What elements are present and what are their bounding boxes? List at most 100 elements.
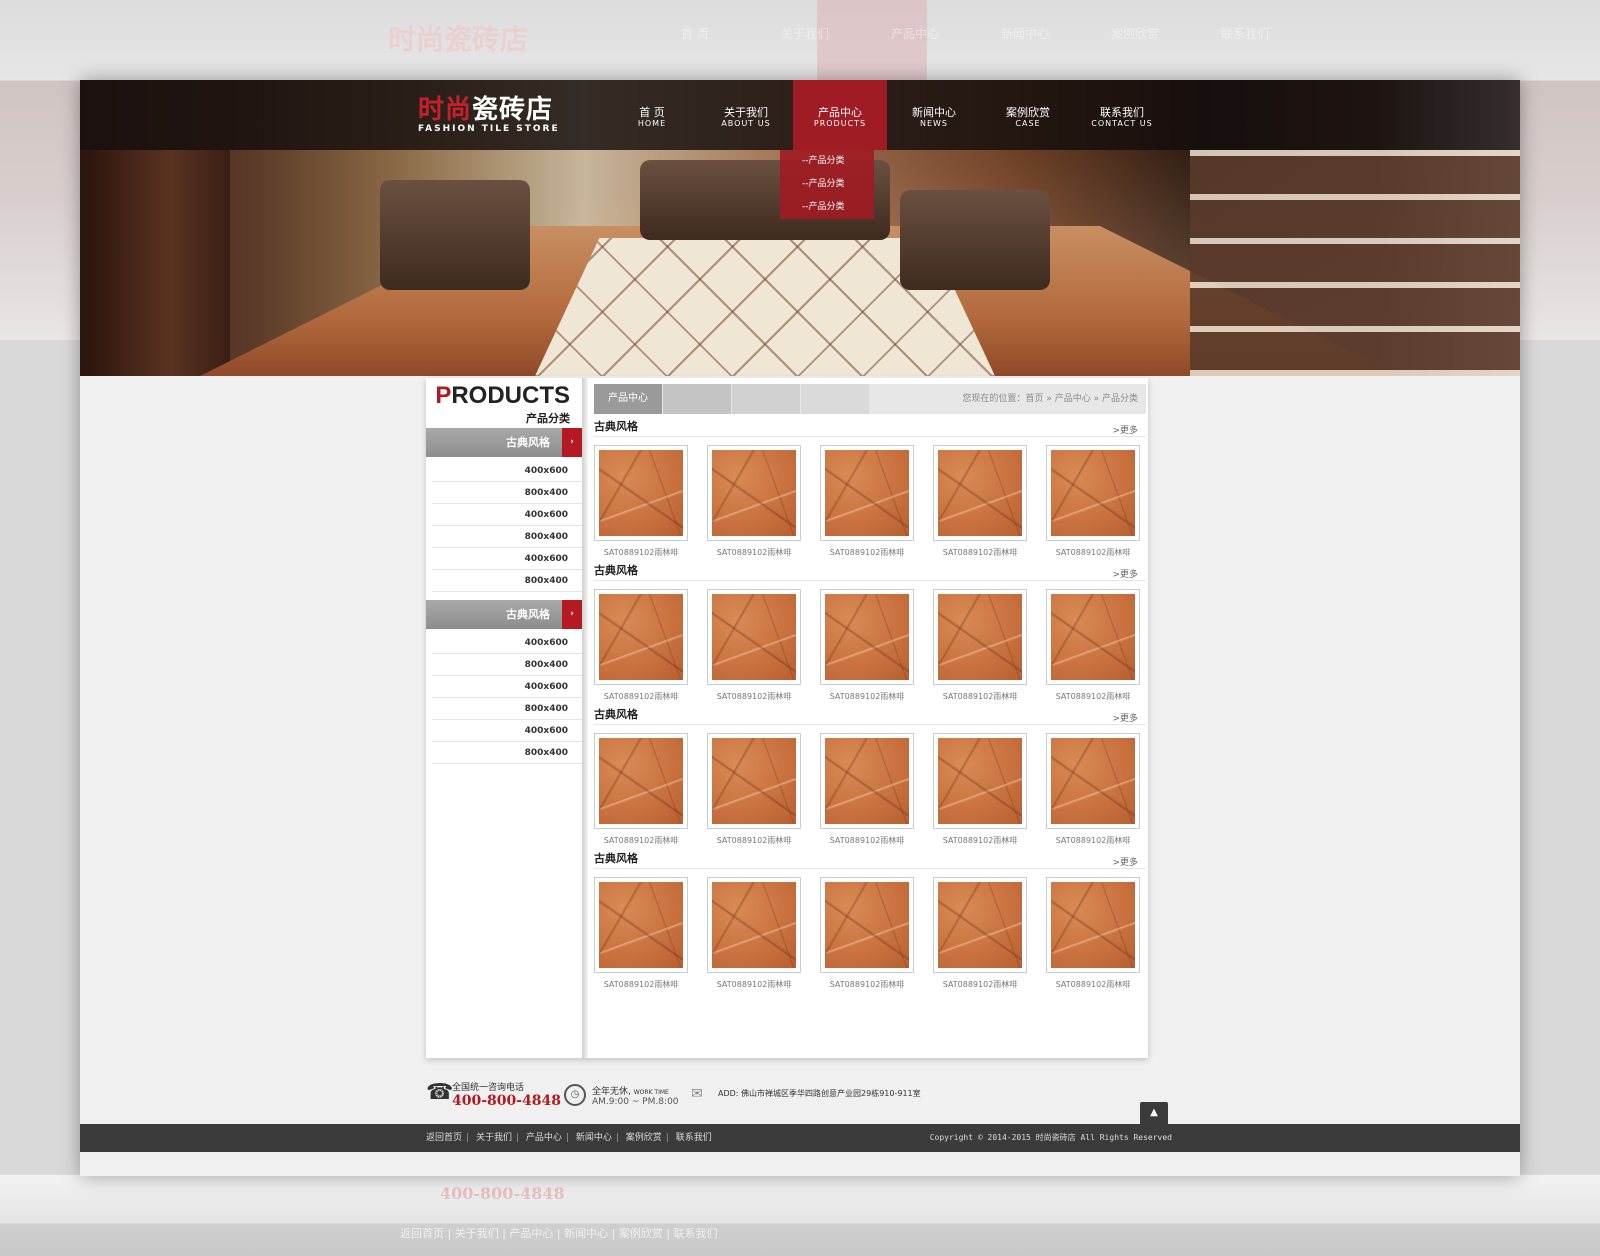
product-thumbnail[interactable] [933,877,1027,973]
product-thumbnail[interactable] [707,733,801,829]
product-caption[interactable]: SAT0889102雨林啡 [933,979,1027,990]
product-caption[interactable]: SAT0889102雨林啡 [933,835,1027,846]
size-item[interactable]: 800x400 [432,698,582,720]
product-thumbnail[interactable] [1046,877,1140,973]
footer-link-products[interactable]: 产品中心 [526,1133,562,1143]
footer-link-case[interactable]: 案例欣赏 [626,1133,662,1143]
size-item[interactable]: 800x400 [432,570,582,592]
size-item[interactable]: 800x400 [432,742,582,764]
product-caption[interactable]: SAT0889102雨林啡 [594,547,688,558]
size-item[interactable]: 400x600 [432,504,582,526]
product-caption[interactable]: SAT0889102雨林啡 [933,547,1027,558]
product-caption[interactable]: SAT0889102雨林啡 [707,979,801,990]
product-card[interactable]: SAT0889102雨林啡 [1046,733,1140,846]
nav-item-news[interactable]: 新闻中心 NEWS [887,80,981,150]
product-card[interactable]: SAT0889102雨林啡 [594,877,688,990]
footer-link-about[interactable]: 关于我们 [476,1133,512,1143]
dropdown-item[interactable]: --产品分类 [780,150,874,173]
size-item[interactable]: 800x400 [432,654,582,676]
size-item[interactable]: 400x600 [432,720,582,742]
nav-item-case[interactable]: 案例欣赏 CASE [981,80,1075,150]
product-card[interactable]: SAT0889102雨林啡 [820,445,914,558]
product-caption[interactable]: SAT0889102雨林啡 [594,835,688,846]
product-card[interactable]: SAT0889102雨林啡 [820,877,914,990]
product-caption[interactable]: SAT0889102雨林啡 [820,691,914,702]
nav-item-home[interactable]: 首 页 HOME [605,80,699,150]
product-card[interactable]: SAT0889102雨林啡 [707,877,801,990]
size-item[interactable]: 800x400 [432,482,582,504]
more-link[interactable]: >更多 [1112,423,1138,436]
product-card[interactable]: SAT0889102雨林啡 [707,445,801,558]
product-caption[interactable]: SAT0889102雨林啡 [707,691,801,702]
product-card[interactable]: SAT0889102雨林啡 [594,589,688,702]
product-card[interactable]: SAT0889102雨林啡 [933,733,1027,846]
sidebar-category[interactable]: 古典风格 › [426,600,582,629]
sidebar-category[interactable]: 古典风格 › [426,428,582,457]
product-card[interactable]: SAT0889102雨林啡 [820,733,914,846]
breadcrumb-home[interactable]: 首页 [1025,394,1043,404]
product-thumbnail[interactable] [594,733,688,829]
footer-link-contact[interactable]: 联系我们 [676,1133,712,1143]
product-caption[interactable]: SAT0889102雨林啡 [707,547,801,558]
product-caption[interactable]: SAT0889102雨林啡 [594,691,688,702]
product-card[interactable]: SAT0889102雨林啡 [1046,589,1140,702]
product-card[interactable]: SAT0889102雨林啡 [933,877,1027,990]
footer-link-news[interactable]: 新闻中心 [576,1133,612,1143]
back-to-top-icon[interactable]: ▲ [1140,1102,1168,1124]
product-card[interactable]: SAT0889102雨林啡 [1046,877,1140,990]
product-thumbnail[interactable] [707,445,801,541]
product-thumbnail[interactable] [1046,445,1140,541]
product-caption[interactable]: SAT0889102雨林啡 [594,979,688,990]
product-caption[interactable]: SAT0889102雨林啡 [1046,835,1140,846]
product-card[interactable]: SAT0889102雨林啡 [594,733,688,846]
tab-products[interactable]: 产品中心 [594,384,662,414]
product-card[interactable]: SAT0889102雨林啡 [594,445,688,558]
nav-item-about[interactable]: 关于我们 ABOUT US [699,80,793,150]
tab-blank[interactable] [801,384,869,414]
product-caption[interactable]: SAT0889102雨林啡 [933,691,1027,702]
more-link[interactable]: >更多 [1112,711,1138,724]
product-thumbnail[interactable] [707,589,801,685]
product-caption[interactable]: SAT0889102雨林啡 [820,835,914,846]
product-thumbnail[interactable] [594,877,688,973]
product-thumbnail[interactable] [933,589,1027,685]
nav-item-contact[interactable]: 联系我们 CONTACT US [1075,80,1169,150]
size-item[interactable]: 400x600 [432,460,582,482]
product-caption[interactable]: SAT0889102雨林啡 [1046,547,1140,558]
tab-blank[interactable] [663,384,731,414]
product-thumbnail[interactable] [933,445,1027,541]
product-thumbnail[interactable] [594,589,688,685]
nav-item-products[interactable]: 产品中心 PRODUCTS [793,80,887,150]
product-card[interactable]: SAT0889102雨林啡 [933,445,1027,558]
product-card[interactable]: SAT0889102雨林啡 [707,589,801,702]
product-card[interactable]: SAT0889102雨林啡 [820,589,914,702]
product-caption[interactable]: SAT0889102雨林啡 [820,979,914,990]
product-thumbnail[interactable] [1046,733,1140,829]
product-caption[interactable]: SAT0889102雨林啡 [1046,979,1140,990]
size-item[interactable]: 400x600 [432,632,582,654]
product-card[interactable]: SAT0889102雨林啡 [1046,445,1140,558]
product-card[interactable]: SAT0889102雨林啡 [933,589,1027,702]
more-link[interactable]: >更多 [1112,855,1138,868]
product-card[interactable]: SAT0889102雨林啡 [707,733,801,846]
size-item[interactable]: 400x600 [432,548,582,570]
product-thumbnail[interactable] [820,589,914,685]
product-thumbnail[interactable] [707,877,801,973]
product-thumbnail[interactable] [820,877,914,973]
dropdown-item[interactable]: --产品分类 [780,173,874,196]
product-thumbnail[interactable] [594,445,688,541]
product-thumbnail[interactable] [820,445,914,541]
product-thumbnail[interactable] [1046,589,1140,685]
more-link[interactable]: >更多 [1112,567,1138,580]
product-caption[interactable]: SAT0889102雨林啡 [1046,691,1140,702]
breadcrumb-products[interactable]: 产品中心 [1055,394,1091,404]
logo[interactable]: 时尚瓷砖店 FASHION TILE STORE [418,96,560,134]
product-caption[interactable]: SAT0889102雨林啡 [820,547,914,558]
size-item[interactable]: 800x400 [432,526,582,548]
tab-blank[interactable] [732,384,800,414]
product-thumbnail[interactable] [820,733,914,829]
dropdown-item[interactable]: --产品分类 [780,196,874,219]
product-thumbnail[interactable] [933,733,1027,829]
product-caption[interactable]: SAT0889102雨林啡 [707,835,801,846]
size-item[interactable]: 400x600 [432,676,582,698]
